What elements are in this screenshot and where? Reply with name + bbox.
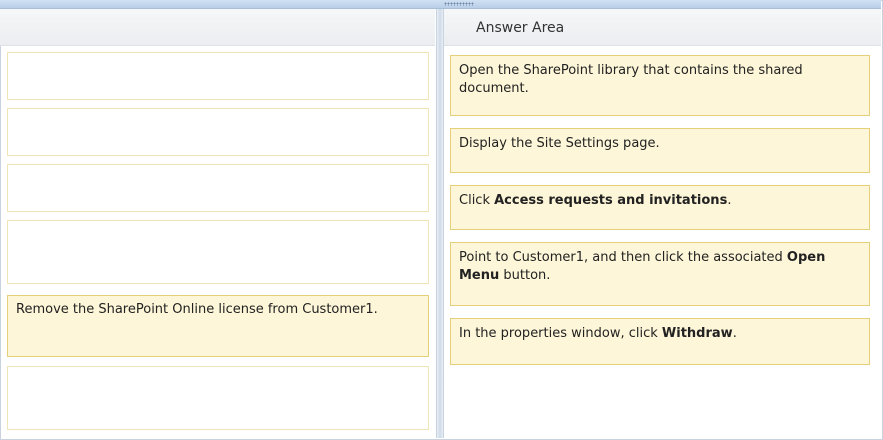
answer-item-1[interactable]: Open the SharePoint library that contain… [450,55,870,116]
answer-item-4[interactable]: Point to Customer1, and then click the a… [450,242,870,306]
answer-item-bold-text: Withdraw [661,326,733,341]
answer-item-text-run: . [732,326,737,341]
answer-item-text: In the properties window, click Withdraw… [459,326,737,341]
answer-item-text: Click Access requests and invitations. [459,193,731,208]
answer-item-text-run: Display the Site Settings page. [459,136,660,151]
answer-item-text: Open the SharePoint library that contain… [459,63,803,96]
answer-area-title: Answer Area [476,20,565,36]
answer-item-text-run: button. [499,268,551,283]
source-slot-6[interactable] [7,366,429,430]
answer-item-5[interactable]: In the properties window, click Withdraw… [450,318,870,365]
source-slot-2[interactable] [7,108,429,156]
answer-item-text-run: Point to Customer1, and then click the a… [459,250,787,265]
answer-item-text-run: Click [459,193,495,208]
source-panel-header [0,9,435,46]
grip-handle-icon[interactable] [444,2,474,6]
answer-item-text: Display the Site Settings page. [459,136,660,151]
answer-item-2[interactable]: Display the Site Settings page. [450,128,870,173]
panel-splitter[interactable] [436,9,444,438]
answer-item-3[interactable]: Click Access requests and invitations. [450,185,870,230]
answer-item-text-run: . [727,193,732,208]
answer-item-text: Point to Customer1, and then click the a… [459,250,825,283]
source-slot-3[interactable] [7,164,429,212]
answer-area-header: Answer Area [444,9,881,46]
source-item-text: Remove the SharePoint Online license fro… [16,302,378,317]
answer-item-bold-text: Access requests and invitations [494,193,728,208]
answer-item-text-run: Open the SharePoint library that contain… [459,63,803,96]
answer-item-text-run: In the properties window, click [459,326,662,341]
source-slot-1[interactable] [7,52,429,100]
top-splitter-bar[interactable] [0,0,881,9]
source-slot-4[interactable] [7,220,429,284]
source-item-remove-license[interactable]: Remove the SharePoint Online license fro… [7,295,429,357]
